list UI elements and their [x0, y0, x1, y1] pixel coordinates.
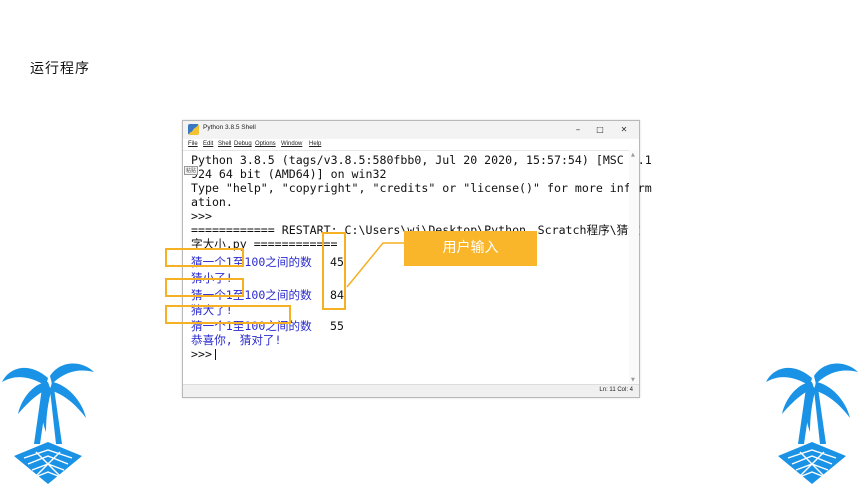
palm-tree-right-icon	[766, 363, 858, 484]
palm-tree-left-icon	[2, 363, 94, 484]
user-input-callout: 用户输入	[404, 231, 537, 266]
